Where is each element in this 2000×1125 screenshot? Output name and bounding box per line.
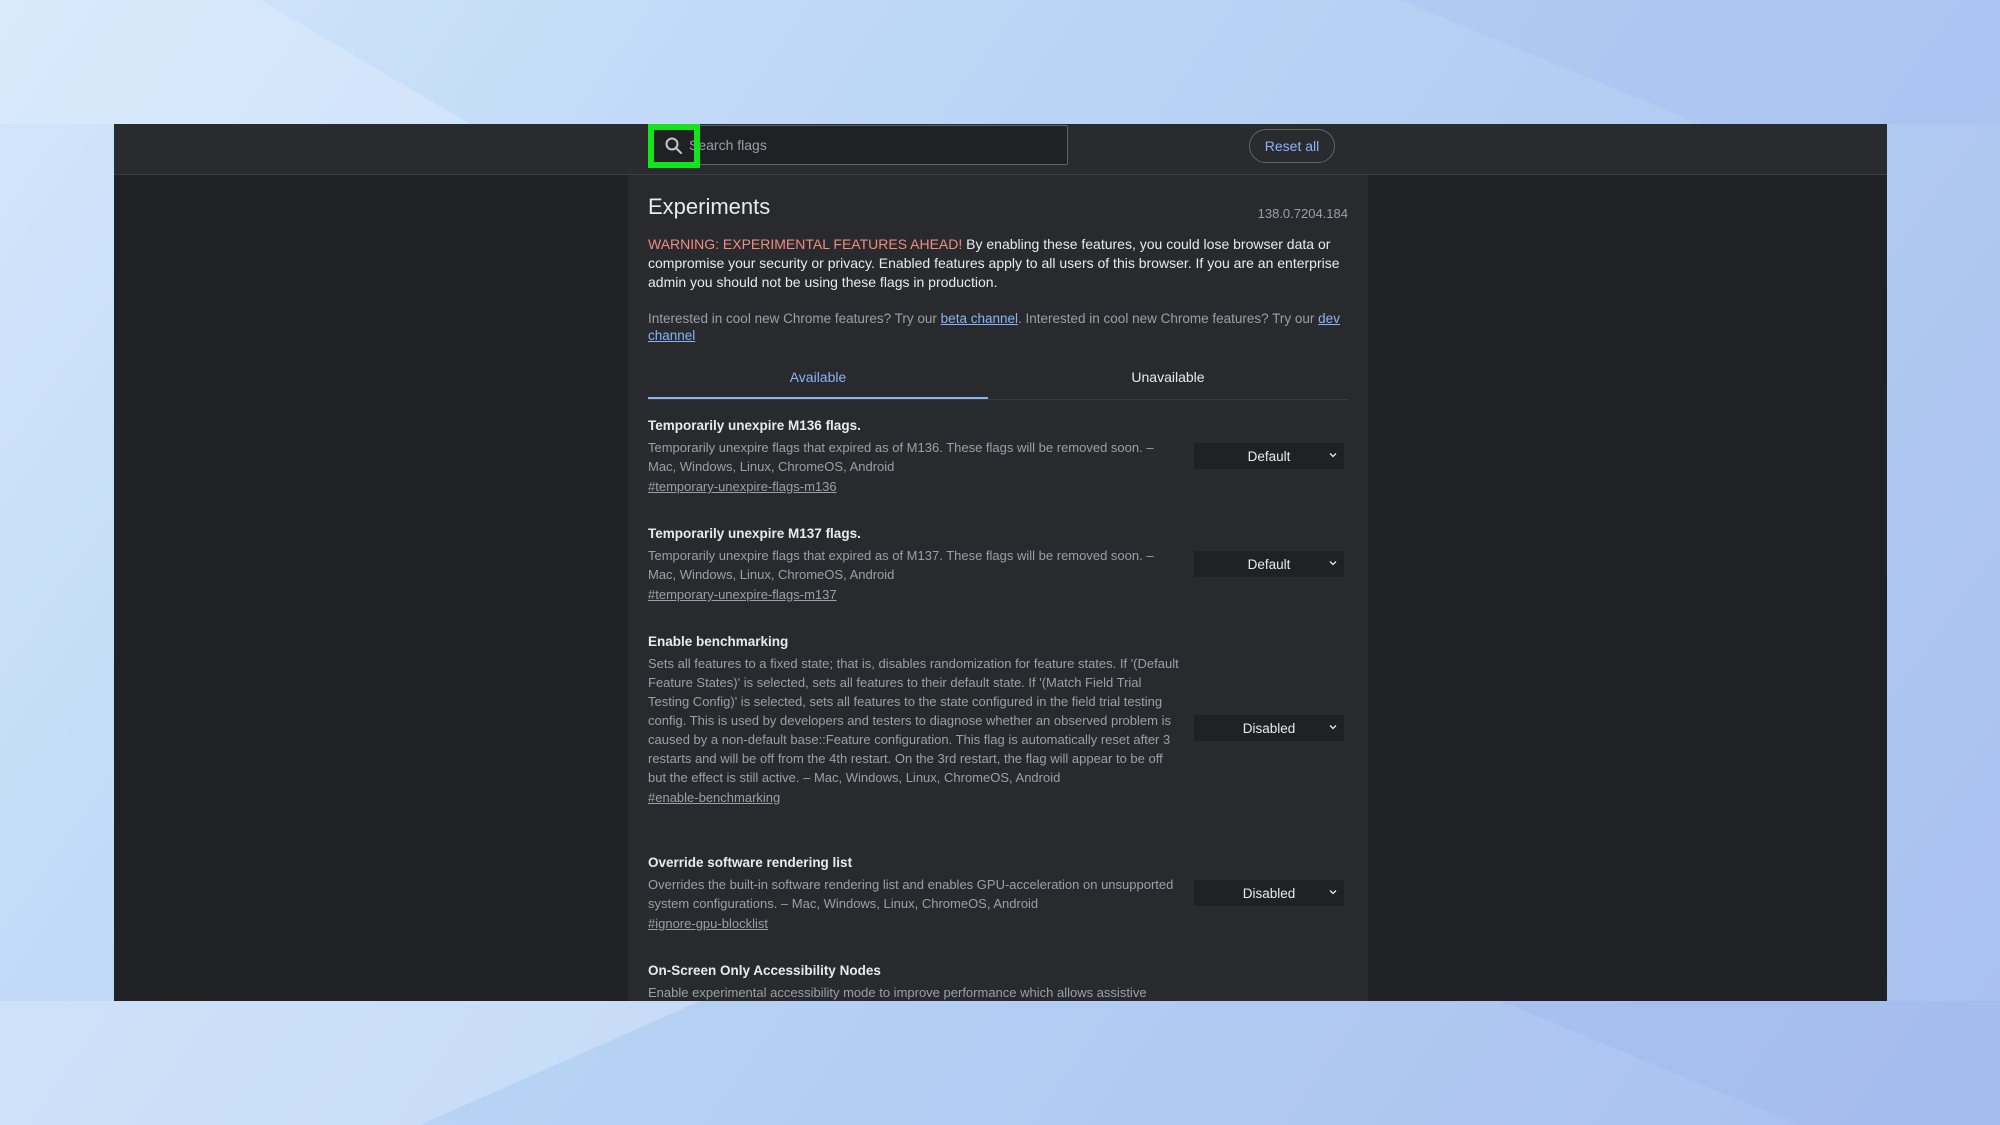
warning-message: WARNING: EXPERIMENTAL FEATURES AHEAD! By… — [648, 235, 1348, 292]
flag-description: Temporarily unexpire flags that expired … — [648, 548, 1154, 582]
flag-item: Temporarily unexpire M136 flags. Tempora… — [648, 418, 1348, 496]
tab-unavailable[interactable]: Unavailable — [998, 356, 1338, 398]
tab-bar: Available Unavailable — [648, 356, 1348, 400]
flag-anchor-link[interactable]: #temporary-unexpire-flags-m137 — [648, 587, 837, 602]
flag-anchor-link[interactable]: #temporary-unexpire-flags-m136 — [648, 479, 837, 494]
flag-state-value: Disabled — [1242, 885, 1296, 901]
flag-anchor-link[interactable]: #enable-benchmarking — [648, 790, 780, 805]
flag-description: Temporarily unexpire flags that expired … — [648, 440, 1154, 474]
flag-title: Enable benchmarking — [648, 634, 789, 649]
chevron-down-icon — [1329, 890, 1337, 895]
channel-promo: Interested in cool new Chrome features? … — [648, 310, 1348, 344]
flag-state-value: Default — [1247, 556, 1291, 572]
flag-title: On-Screen Only Accessibility Nodes — [648, 963, 881, 978]
version-label: 138.0.7204.184 — [1257, 206, 1348, 221]
browser-window: Reset all Experiments 138.0.7204.184 WAR… — [114, 124, 1887, 1001]
page-title: Experiments — [648, 194, 771, 219]
tab-available[interactable]: Available — [648, 356, 988, 399]
chevron-down-icon — [1329, 725, 1337, 730]
flag-item: On-Screen Only Accessibility Nodes Enabl… — [648, 963, 1348, 1001]
flag-state-select[interactable]: Default — [1194, 443, 1344, 469]
flags-header: Reset all — [114, 124, 1887, 175]
flag-description: Overrides the built-in software renderin… — [648, 877, 1174, 911]
reset-all-button[interactable]: Reset all — [1249, 129, 1335, 163]
flag-item: Enable benchmarking Sets all features to… — [648, 634, 1348, 807]
warning-heading: WARNING: EXPERIMENTAL FEATURES AHEAD! — [648, 236, 963, 252]
beta-channel-link[interactable]: beta channel — [941, 311, 1018, 326]
promo-text: . Interested in cool new Chrome features… — [1018, 311, 1315, 326]
flag-state-select[interactable]: Disabled — [1194, 880, 1344, 906]
flag-state-select[interactable]: Disabled — [1194, 715, 1344, 741]
flag-state-value: Disabled — [1242, 720, 1296, 736]
flag-description: Sets all features to a fixed state; that… — [648, 656, 1179, 785]
chevron-down-icon — [1329, 561, 1337, 566]
flag-title: Temporarily unexpire M136 flags. — [648, 418, 861, 433]
promo-text: Interested in cool new Chrome features? … — [648, 311, 937, 326]
flag-anchor-link[interactable]: #ignore-gpu-blocklist — [648, 916, 768, 931]
chevron-down-icon — [1329, 453, 1337, 458]
flags-content: Experiments 138.0.7204.184 WARNING: EXPE… — [628, 175, 1368, 1001]
search-input[interactable] — [689, 126, 1059, 164]
search-icon[interactable] — [648, 124, 700, 168]
flag-item: Override software rendering list Overrid… — [648, 855, 1348, 933]
flag-title: Override software rendering list — [648, 855, 853, 870]
flag-state-value: Default — [1247, 448, 1291, 464]
flag-description: Enable experimental accessibility mode t… — [648, 985, 1147, 1000]
search-box[interactable] — [648, 125, 1068, 165]
flag-item: Temporarily unexpire M137 flags. Tempora… — [648, 526, 1348, 604]
flag-title: Temporarily unexpire M137 flags. — [648, 526, 861, 541]
flag-state-select[interactable]: Default — [1194, 551, 1344, 577]
